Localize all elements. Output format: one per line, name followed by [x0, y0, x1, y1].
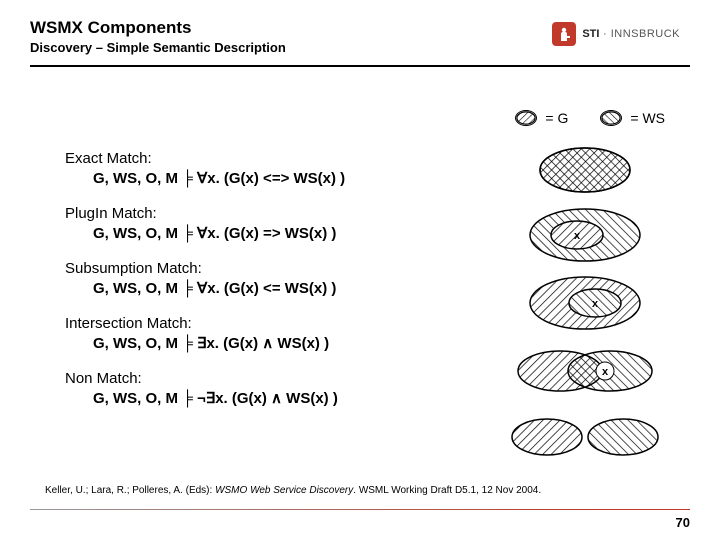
slide-body: = G = WS Exact Match: G, WS, O, M ╞ ∀x. … [0, 100, 720, 540]
citation-authors: Keller, U.; Lara, R.; Polleres, A. (Eds)… [45, 485, 215, 496]
citation-title: WSMO Web Service Discovery [215, 485, 353, 496]
x-label: x [592, 298, 599, 310]
title-underline [30, 65, 690, 67]
match-formula: G, WS, O, M ╞ ∃x. (G(x) ∧ WS(x) ) [65, 334, 465, 352]
x-label: x [574, 230, 581, 242]
legend-ws-swatch [600, 110, 622, 126]
venn-diagrams: x x x [500, 145, 670, 490]
venn-svg: x x x [500, 145, 670, 485]
match-formula: G, WS, O, M ╞ ¬∃x. (G(x) ∧ WS(x) ) [65, 389, 465, 407]
match-list: Exact Match: G, WS, O, M ╞ ∀x. (G(x) <=>… [65, 150, 465, 425]
logo-badge-icon [552, 22, 576, 46]
legend-g-label: = G [545, 110, 568, 126]
citation-rest: . WSML Working Draft D5.1, 12 Nov 2004. [353, 485, 541, 496]
legend-g-swatch [515, 110, 537, 126]
match-exact: Exact Match: G, WS, O, M ╞ ∀x. (G(x) <=>… [65, 150, 465, 187]
page-number: 70 [676, 515, 690, 530]
logo-text: STI · INNSBRUCK [582, 28, 680, 40]
citation: Keller, U.; Lara, R.; Polleres, A. (Eds)… [45, 485, 680, 496]
footer-rule [30, 509, 690, 510]
match-title: Exact Match: [65, 150, 465, 167]
match-plugin: PlugIn Match: G, WS, O, M ╞ ∀x. (G(x) =>… [65, 205, 465, 242]
match-title: Intersection Match: [65, 315, 465, 332]
x-label: x [602, 366, 609, 378]
match-intersection: Intersection Match: G, WS, O, M ╞ ∃x. (G… [65, 315, 465, 352]
legend: = G = WS [515, 110, 665, 126]
match-formula: G, WS, O, M ╞ ∀x. (G(x) <=> WS(x) ) [65, 169, 465, 187]
institution-logo: STI · INNSBRUCK [552, 22, 680, 46]
match-non: Non Match: G, WS, O, M ╞ ¬∃x. (G(x) ∧ WS… [65, 370, 465, 407]
match-title: Non Match: [65, 370, 465, 387]
match-formula: G, WS, O, M ╞ ∀x. (G(x) => WS(x) ) [65, 224, 465, 242]
match-formula: G, WS, O, M ╞ ∀x. (G(x) <= WS(x) ) [65, 279, 465, 297]
match-title: Subsumption Match: [65, 260, 465, 277]
match-subsumption: Subsumption Match: G, WS, O, M ╞ ∀x. (G(… [65, 260, 465, 297]
match-title: PlugIn Match: [65, 205, 465, 222]
legend-ws-label: = WS [630, 110, 665, 126]
